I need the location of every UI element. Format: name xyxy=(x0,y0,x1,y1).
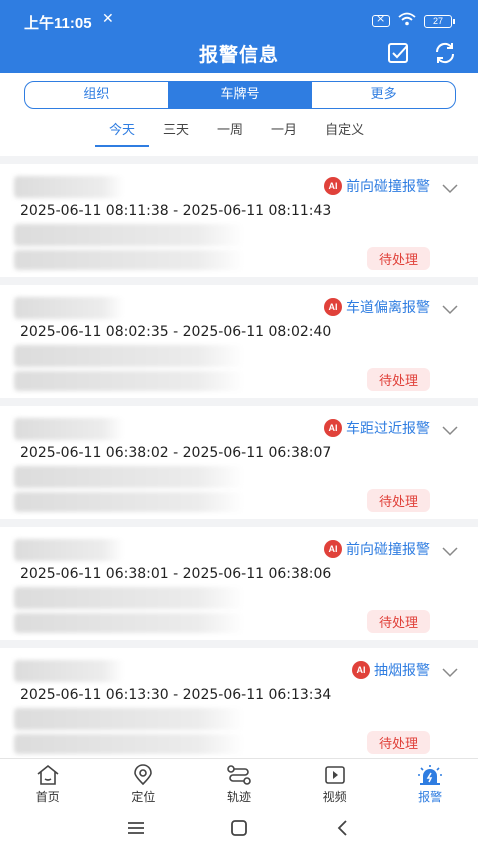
plate-number-redacted xyxy=(14,418,124,440)
status-bar: 上午11:05 ✕ 27 xyxy=(0,0,478,40)
plate-number-redacted xyxy=(14,176,124,198)
alarm-card-header: AI 车道偏离报警 xyxy=(324,297,430,317)
nav-alarm[interactable]: 报警 xyxy=(382,759,478,808)
redacted-info xyxy=(14,371,244,391)
alarm-type: 车道偏离报警 xyxy=(346,300,430,316)
filter-area: 组织 车牌号 更多 今天 三天 一周 一月 自定义 xyxy=(0,73,478,156)
redacted-info xyxy=(14,708,244,730)
check-icon[interactable] xyxy=(386,41,410,69)
menu-icon[interactable] xyxy=(126,818,146,842)
back-icon[interactable] xyxy=(333,818,353,842)
video-icon xyxy=(324,766,345,784)
alarm-card[interactable]: AI 前向碰撞报警 2025-06-11 06:38:01 - 2025-06-… xyxy=(0,527,478,640)
alarm-card[interactable]: AI 抽烟报警 2025-06-11 06:13:30 - 2025-06-11… xyxy=(0,648,478,761)
tab-three-days[interactable]: 三天 xyxy=(149,123,203,147)
alarm-card-header: AI 前向碰撞报警 xyxy=(324,539,430,559)
nav-label: 首页 xyxy=(35,790,60,804)
nav-track[interactable]: 轨迹 xyxy=(191,759,287,808)
ai-badge-icon: AI xyxy=(324,177,342,195)
status-icons: 27 xyxy=(372,12,455,30)
refresh-icon[interactable] xyxy=(432,40,458,70)
alarm-time-range: 2025-06-11 08:11:38 - 2025-06-11 08:11:4… xyxy=(20,203,332,219)
home-square-icon[interactable] xyxy=(229,818,249,842)
redacted-info xyxy=(14,345,244,367)
alarm-card-header: AI 前向碰撞报警 xyxy=(324,176,430,196)
redacted-info xyxy=(14,734,244,754)
tab-month[interactable]: 一月 xyxy=(257,123,311,147)
alarm-type: 前向碰撞报警 xyxy=(346,542,430,558)
alarm-card[interactable]: AI 车距过近报警 2025-06-11 06:38:02 - 2025-06-… xyxy=(0,406,478,519)
home-icon xyxy=(37,764,59,785)
ai-badge-icon: AI xyxy=(324,419,342,437)
nav-label: 轨迹 xyxy=(226,790,251,804)
battery-icon: 27 xyxy=(424,14,455,28)
segment-plate-number[interactable]: 车牌号 xyxy=(168,82,313,108)
bottom-nav: 首页 定位 轨迹 视频 报警 xyxy=(0,758,478,808)
chevron-down-icon[interactable] xyxy=(442,421,458,440)
nav-label: 定位 xyxy=(131,790,156,804)
redacted-info xyxy=(14,250,244,270)
nav-label: 报警 xyxy=(418,790,443,804)
status-badge[interactable]: 待处理 xyxy=(366,247,430,270)
segment-organization[interactable]: 组织 xyxy=(25,82,169,108)
app-header: 上午11:05 ✕ 27 报警信息 xyxy=(0,0,478,73)
alarm-time-range: 2025-06-11 06:38:01 - 2025-06-11 06:38:0… xyxy=(20,566,332,582)
nav-home[interactable]: 首页 xyxy=(0,759,96,808)
nav-video[interactable]: 视频 xyxy=(287,759,383,808)
plate-number-redacted xyxy=(14,660,124,682)
redacted-info xyxy=(14,613,244,633)
segment-more[interactable]: 更多 xyxy=(312,82,455,108)
alarm-time-range: 2025-06-11 06:38:02 - 2025-06-11 06:38:0… xyxy=(20,445,332,461)
status-badge[interactable]: 待处理 xyxy=(366,610,430,633)
ai-badge-icon: AI xyxy=(324,298,342,316)
alarm-card[interactable]: AI 车道偏离报警 2025-06-11 08:02:35 - 2025-06-… xyxy=(0,285,478,398)
alarm-type: 车距过近报警 xyxy=(346,421,430,437)
status-badge[interactable]: 待处理 xyxy=(366,368,430,391)
nav-label: 视频 xyxy=(322,790,347,804)
status-badge[interactable]: 待处理 xyxy=(366,489,430,512)
redacted-info xyxy=(14,587,244,609)
wifi-icon xyxy=(398,12,416,30)
alarm-list: AI 前向碰撞报警 2025-06-11 08:11:38 - 2025-06-… xyxy=(0,164,478,769)
tab-week[interactable]: 一周 xyxy=(203,123,257,147)
redacted-info xyxy=(14,466,244,488)
redacted-info xyxy=(14,224,244,246)
tab-today[interactable]: 今天 xyxy=(95,123,150,147)
location-icon xyxy=(134,764,153,786)
system-nav-bar xyxy=(0,808,478,850)
alarm-time-range: 2025-06-11 08:02:35 - 2025-06-11 08:02:4… xyxy=(20,324,332,340)
plate-number-redacted xyxy=(14,539,124,561)
alarm-card[interactable]: AI 前向碰撞报警 2025-06-11 08:11:38 - 2025-06-… xyxy=(0,164,478,277)
alarm-card-header: AI 抽烟报警 xyxy=(352,660,430,680)
alarm-icon xyxy=(418,765,443,785)
plate-number-redacted xyxy=(14,297,124,319)
chevron-down-icon[interactable] xyxy=(442,663,458,682)
status-badge[interactable]: 待处理 xyxy=(366,731,430,754)
mute-icon: ✕ xyxy=(102,11,114,27)
alarm-time-range: 2025-06-11 06:13:30 - 2025-06-11 06:13:3… xyxy=(20,687,332,703)
chevron-down-icon[interactable] xyxy=(442,542,458,561)
segmented-control: 组织 车牌号 更多 xyxy=(24,81,456,109)
nav-location[interactable]: 定位 xyxy=(96,759,192,808)
ai-badge-icon: AI xyxy=(324,540,342,558)
time-tabs: 今天 三天 一周 一月 自定义 xyxy=(95,123,378,147)
chevron-down-icon[interactable] xyxy=(442,179,458,198)
alarm-card-header: AI 车距过近报警 xyxy=(324,418,430,438)
chevron-down-icon[interactable] xyxy=(442,300,458,319)
alarm-type: 抽烟报警 xyxy=(374,663,430,679)
redacted-info xyxy=(14,492,244,512)
no-sim-icon xyxy=(372,12,390,27)
tab-custom[interactable]: 自定义 xyxy=(311,123,378,147)
status-time: 上午11:05 xyxy=(24,15,92,32)
track-icon xyxy=(227,765,251,785)
ai-badge-icon: AI xyxy=(352,661,370,679)
alarm-type: 前向碰撞报警 xyxy=(346,179,430,195)
